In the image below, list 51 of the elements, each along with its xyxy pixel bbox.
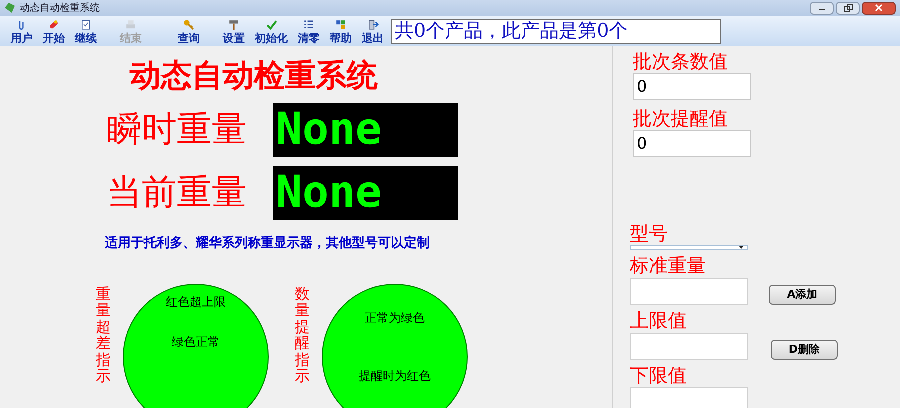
input-field[interactable]: 0 [633,73,751,100]
toolbar-button[interactable]: 继续 [70,17,102,45]
weight-display: None [273,166,458,220]
weight-display: None [273,103,458,157]
toolbar-button[interactable]: 查询 [160,17,218,45]
toolbar-button[interactable]: 退出 [357,17,389,45]
lamp-text: 正常为绿色 [365,310,425,326]
input-field[interactable] [630,278,748,304]
input-field[interactable]: 0 [633,130,751,157]
action-button[interactable]: A添加 [769,285,836,305]
close-icon [875,4,883,12]
app-heading: 动态自动检重系统 [130,57,379,96]
blocks-icon [335,18,347,30]
lamp-text: 提醒时为红色 [359,368,431,384]
dropdown-arrow-icon [739,246,744,249]
lamp-text: 红色超上限 [166,294,226,310]
app-icon [4,2,16,14]
toolbar-button[interactable]: 清零 [293,17,325,45]
input-field[interactable] [630,387,748,408]
printer-icon [125,18,137,30]
field-label: 上限值 [630,310,688,332]
lamp-text: 绿色正常 [172,334,220,350]
toolbar-button[interactable]: 开始 [38,17,70,45]
field-label: 批次提醒值 [633,108,729,130]
toolbar-button[interactable]: 设置 [218,17,250,45]
restore-icon [844,4,852,12]
document-icon [80,18,92,30]
field-label: 型号 [630,223,669,245]
field-label: 下限值 [630,365,688,387]
list-icon [303,18,315,30]
readout-label: 当前重量 [107,172,248,215]
indicator-caption: 数量提醒指示 [295,286,310,387]
support-note: 适用于托利多、耀华系列称重显示器，其他型号可以定制 [105,234,431,253]
status-text: 共0个产品，此产品是第0个 [391,18,721,44]
exit-door-icon [367,18,379,30]
input-field[interactable] [630,332,748,360]
toolbar-button[interactable]: 帮助 [325,17,357,45]
window-title: 动态自动检重系统 [20,2,100,16]
action-button[interactable]: D删除 [771,340,838,360]
field-label: 标准重量 [630,255,707,277]
indicator-caption: 重量超差指示 [96,286,111,387]
readout-label: 瞬时重量 [107,108,248,152]
restore-button[interactable] [836,2,860,14]
close-button[interactable] [862,2,896,14]
hammer-icon [228,18,240,30]
key-icon [183,18,195,30]
model-dropdown[interactable] [630,245,748,250]
field-label: 批次条数值 [633,51,729,73]
toolbar-button[interactable]: 初始化 [250,17,293,45]
toolbar-button[interactable]: 用户 [6,17,38,45]
checkmark-icon [266,18,278,30]
